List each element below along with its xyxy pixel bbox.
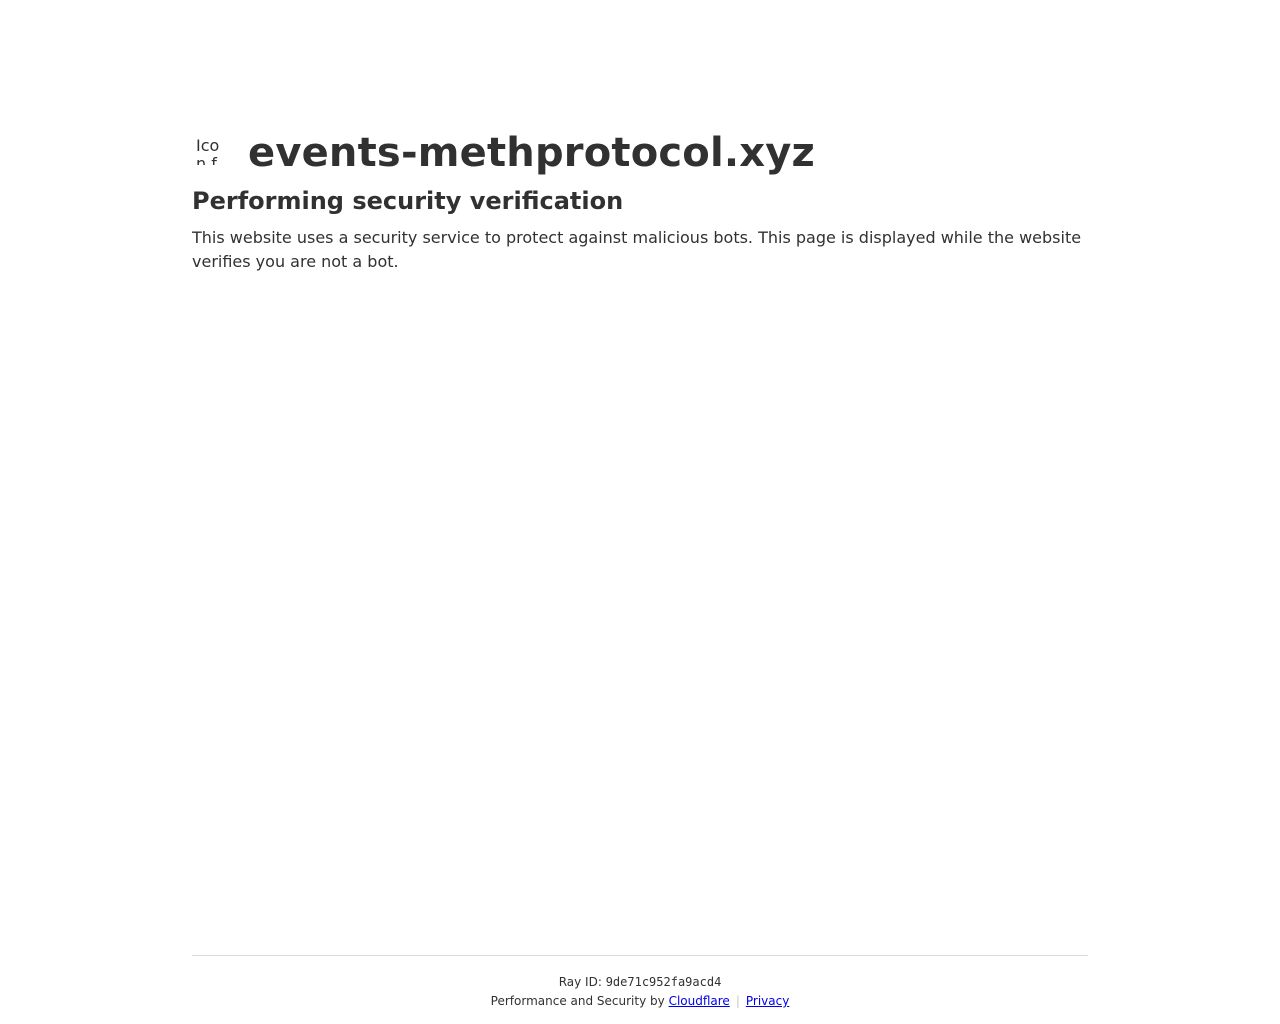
footer: Ray ID: 9de71c952fa9acd4 Performance and…: [192, 955, 1088, 1009]
ray-id-label: Ray ID:: [558, 975, 602, 989]
verification-heading: Performing security verification: [192, 187, 624, 215]
main-content: Icon for events-methprotocol.xyz events-…: [192, 128, 1088, 274]
verification-description: This website uses a security service to …: [192, 228, 1082, 271]
cloudflare-link[interactable]: Cloudflare: [669, 994, 730, 1008]
ray-id-value: 9de71c952fa9acd4: [605, 975, 722, 989]
title-row: Icon for events-methprotocol.xyz events-…: [192, 128, 1088, 178]
performance-line: Performance and Security by Cloudflare | P…: [192, 993, 1088, 1009]
privacy-link[interactable]: Privacy: [746, 994, 789, 1008]
site-favicon-icon: Icon for events-methprotocol.xyz: [196, 137, 220, 165]
footer-separator: |: [735, 994, 740, 1008]
site-domain-title: events-methprotocol.xyz: [248, 130, 816, 176]
performance-text: Performance and Security by: [490, 994, 665, 1008]
ray-id-line: Ray ID: 9de71c952fa9acd4: [192, 975, 1088, 989]
